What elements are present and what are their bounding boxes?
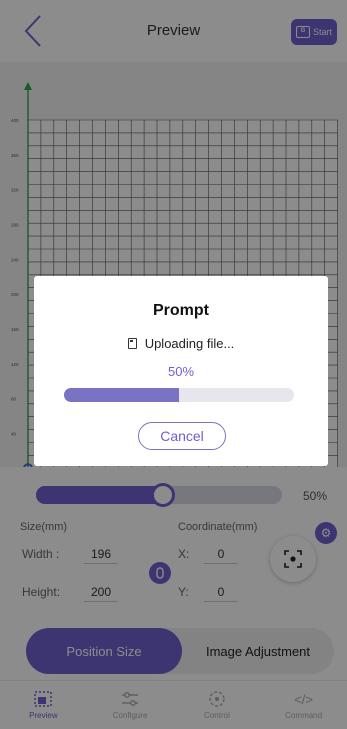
upload-progress-fill	[64, 388, 179, 402]
cancel-button[interactable]: Cancel	[138, 422, 226, 450]
upload-status-text: Uploading file...	[144, 336, 235, 351]
upload-percent: 50%	[167, 364, 195, 379]
upload-status: Uploading file...	[34, 336, 328, 351]
upload-prompt-dialog: Prompt Uploading file... 50% Cancel	[34, 276, 328, 466]
dialog-title: Prompt	[153, 302, 209, 319]
upload-progress-bar	[64, 388, 294, 402]
file-icon	[127, 338, 137, 349]
